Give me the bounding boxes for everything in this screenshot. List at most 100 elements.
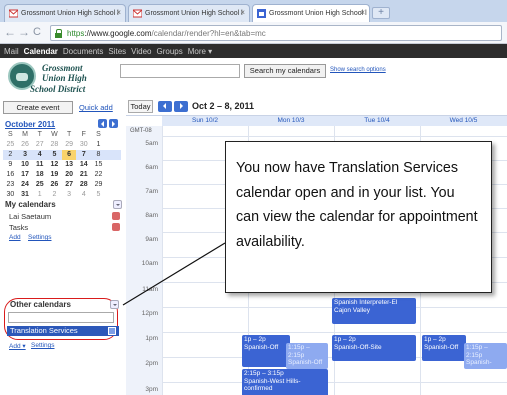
forward-arrow-icon[interactable]: →	[18, 25, 30, 39]
mini-day[interactable]: 4	[32, 150, 47, 160]
gbar-more[interactable]: More ▾	[188, 47, 212, 56]
mini-day[interactable]: 1	[32, 190, 47, 200]
mini-day[interactable]: 27	[62, 180, 77, 190]
mini-day[interactable]: 29	[91, 180, 106, 190]
my-calendars-settings-link[interactable]: Settings	[28, 234, 52, 241]
my-calendars-title[interactable]: My calendars	[5, 200, 56, 209]
address-bar[interactable]: https ://www.google.com /calendar/render…	[50, 25, 502, 41]
search-options-link[interactable]: Show search options	[330, 67, 386, 73]
mini-day[interactable]: 31	[18, 190, 33, 200]
mini-day[interactable]: 25	[32, 180, 47, 190]
mini-day[interactable]: 27	[32, 140, 47, 150]
calendar-event[interactable]: 1p – 2p Spanish-Off-Site	[332, 335, 416, 361]
mini-day[interactable]: 5	[91, 190, 106, 200]
mini-day[interactable]: 13	[62, 160, 77, 170]
mini-day[interactable]: 10	[18, 160, 33, 170]
mini-day[interactable]: 22	[91, 170, 106, 180]
my-calendars-menu-icon[interactable]	[113, 200, 122, 209]
calendar-color-swatch[interactable]	[112, 223, 120, 231]
mini-day[interactable]: 28	[76, 180, 91, 190]
mini-day[interactable]: 17	[18, 170, 33, 180]
other-calendars-add-link[interactable]: Add ▾	[9, 342, 26, 350]
mini-day[interactable]: 24	[18, 180, 33, 190]
mini-day[interactable]: 19	[47, 170, 62, 180]
mini-day[interactable]: 11	[32, 160, 47, 170]
mini-day[interactable]: 3	[18, 150, 33, 160]
mini-day[interactable]: 1	[91, 140, 106, 150]
add-friends-calendar-input[interactable]	[8, 312, 114, 323]
browser-tab-1[interactable]: Grossmont Union High School l ×	[4, 4, 126, 22]
today-button[interactable]: Today	[128, 100, 153, 113]
mini-day[interactable]: 29	[62, 140, 77, 150]
other-calendars-settings-link[interactable]: Settings	[31, 342, 55, 349]
search-input[interactable]	[120, 64, 240, 78]
day-header-sun[interactable]: Sun 10/2	[162, 116, 248, 126]
mini-day[interactable]: 8	[91, 150, 106, 160]
back-arrow-icon[interactable]: ←	[4, 25, 16, 39]
mini-day[interactable]: 7	[76, 150, 91, 160]
mini-day[interactable]: 9	[3, 160, 18, 170]
mini-day[interactable]: 23	[3, 180, 18, 190]
prev-week-icon[interactable]	[158, 101, 172, 112]
new-tab-button[interactable]: +	[372, 7, 390, 19]
mini-day[interactable]: 26	[18, 140, 33, 150]
quick-add-link[interactable]: Quick add	[79, 103, 113, 112]
gbar-video[interactable]: Video	[131, 47, 151, 56]
calendar-color-swatch[interactable]	[108, 327, 116, 335]
mini-day[interactable]: 2	[3, 150, 18, 160]
logo-line-2: Union High	[42, 73, 87, 83]
mini-day[interactable]: 16	[3, 170, 18, 180]
day-header-mon[interactable]: Mon 10/3	[248, 116, 334, 126]
gbar-documents[interactable]: Documents	[63, 47, 103, 56]
mini-day[interactable]: 12	[47, 160, 62, 170]
gbar-groups[interactable]: Groups	[157, 47, 183, 56]
mini-day[interactable]: 25	[3, 140, 18, 150]
calendar-item-tasks[interactable]: Tasks	[9, 223, 28, 232]
mini-day[interactable]: 28	[47, 140, 62, 150]
mini-day[interactable]: 3	[62, 190, 77, 200]
other-calendars-menu-icon[interactable]	[110, 300, 119, 309]
create-event-button[interactable]: Create event	[3, 101, 73, 114]
calendar-item-lai-saetaum[interactable]: Lai Saetaum	[9, 212, 51, 221]
calendar-event[interactable]: 1:15p – 2:15p Spanish-Off	[286, 343, 328, 369]
mini-prev-month-icon[interactable]	[98, 119, 107, 128]
next-week-icon[interactable]	[174, 101, 188, 112]
close-tab-icon[interactable]: ×	[360, 8, 365, 17]
mini-day[interactable]: 21	[76, 170, 91, 180]
hour-label: 11am	[142, 286, 158, 293]
calendar-event[interactable]: 1p – 2p Spanish-Off	[422, 335, 466, 361]
calendar-color-swatch[interactable]	[112, 212, 120, 220]
mini-day[interactable]: 30	[3, 190, 18, 200]
gbar-mail[interactable]: Mail	[4, 47, 19, 56]
my-calendars-add-link[interactable]: Add	[9, 234, 21, 241]
day-header-wed[interactable]: Wed 10/5	[420, 116, 507, 126]
day-header-tue[interactable]: Tue 10/4	[334, 116, 420, 126]
browser-tab-2[interactable]: Grossmont Union High School l ×	[128, 4, 250, 22]
gbar-sites[interactable]: Sites	[108, 47, 126, 56]
other-calendars-title[interactable]: Other calendars	[10, 300, 71, 309]
search-calendars-button[interactable]: Search my calendars	[244, 64, 326, 78]
mini-day-today[interactable]: 6	[61, 150, 77, 160]
calendar-event[interactable]: 1p – 2p Spanish-Off	[242, 335, 290, 367]
mini-calendar-title[interactable]: October 2011	[5, 120, 55, 129]
mini-next-month-icon[interactable]	[109, 119, 118, 128]
mini-day[interactable]: 20	[62, 170, 77, 180]
mini-day[interactable]: 4	[76, 190, 91, 200]
calendar-item-translation-services[interactable]: Translation Services	[7, 326, 119, 336]
browser-tab-3[interactable]: Grossmont Union High School l ×	[252, 4, 370, 22]
calendar-event[interactable]: 2:15p – 3:15p Spanish-West Hills-confirm…	[242, 369, 328, 395]
calendar-event[interactable]: 1:15p – 2:15p Spanish-	[464, 343, 507, 369]
close-tab-icon[interactable]: ×	[116, 8, 121, 17]
calendar-event[interactable]: Spanish Interpreter-El Cajon Valley	[332, 298, 416, 324]
event-title: Spanish-Off	[424, 343, 459, 351]
close-tab-icon[interactable]: ×	[240, 8, 245, 17]
reload-icon[interactable]: C	[33, 26, 41, 38]
mini-day[interactable]: 26	[47, 180, 62, 190]
mini-day[interactable]: 5	[47, 150, 62, 160]
mini-day[interactable]: 14	[76, 160, 91, 170]
mini-day[interactable]: 2	[47, 190, 62, 200]
mini-day[interactable]: 15	[91, 160, 106, 170]
mini-day[interactable]: 18	[32, 170, 47, 180]
mini-day[interactable]: 30	[76, 140, 91, 150]
gbar-calendar[interactable]: Calendar	[24, 47, 58, 56]
